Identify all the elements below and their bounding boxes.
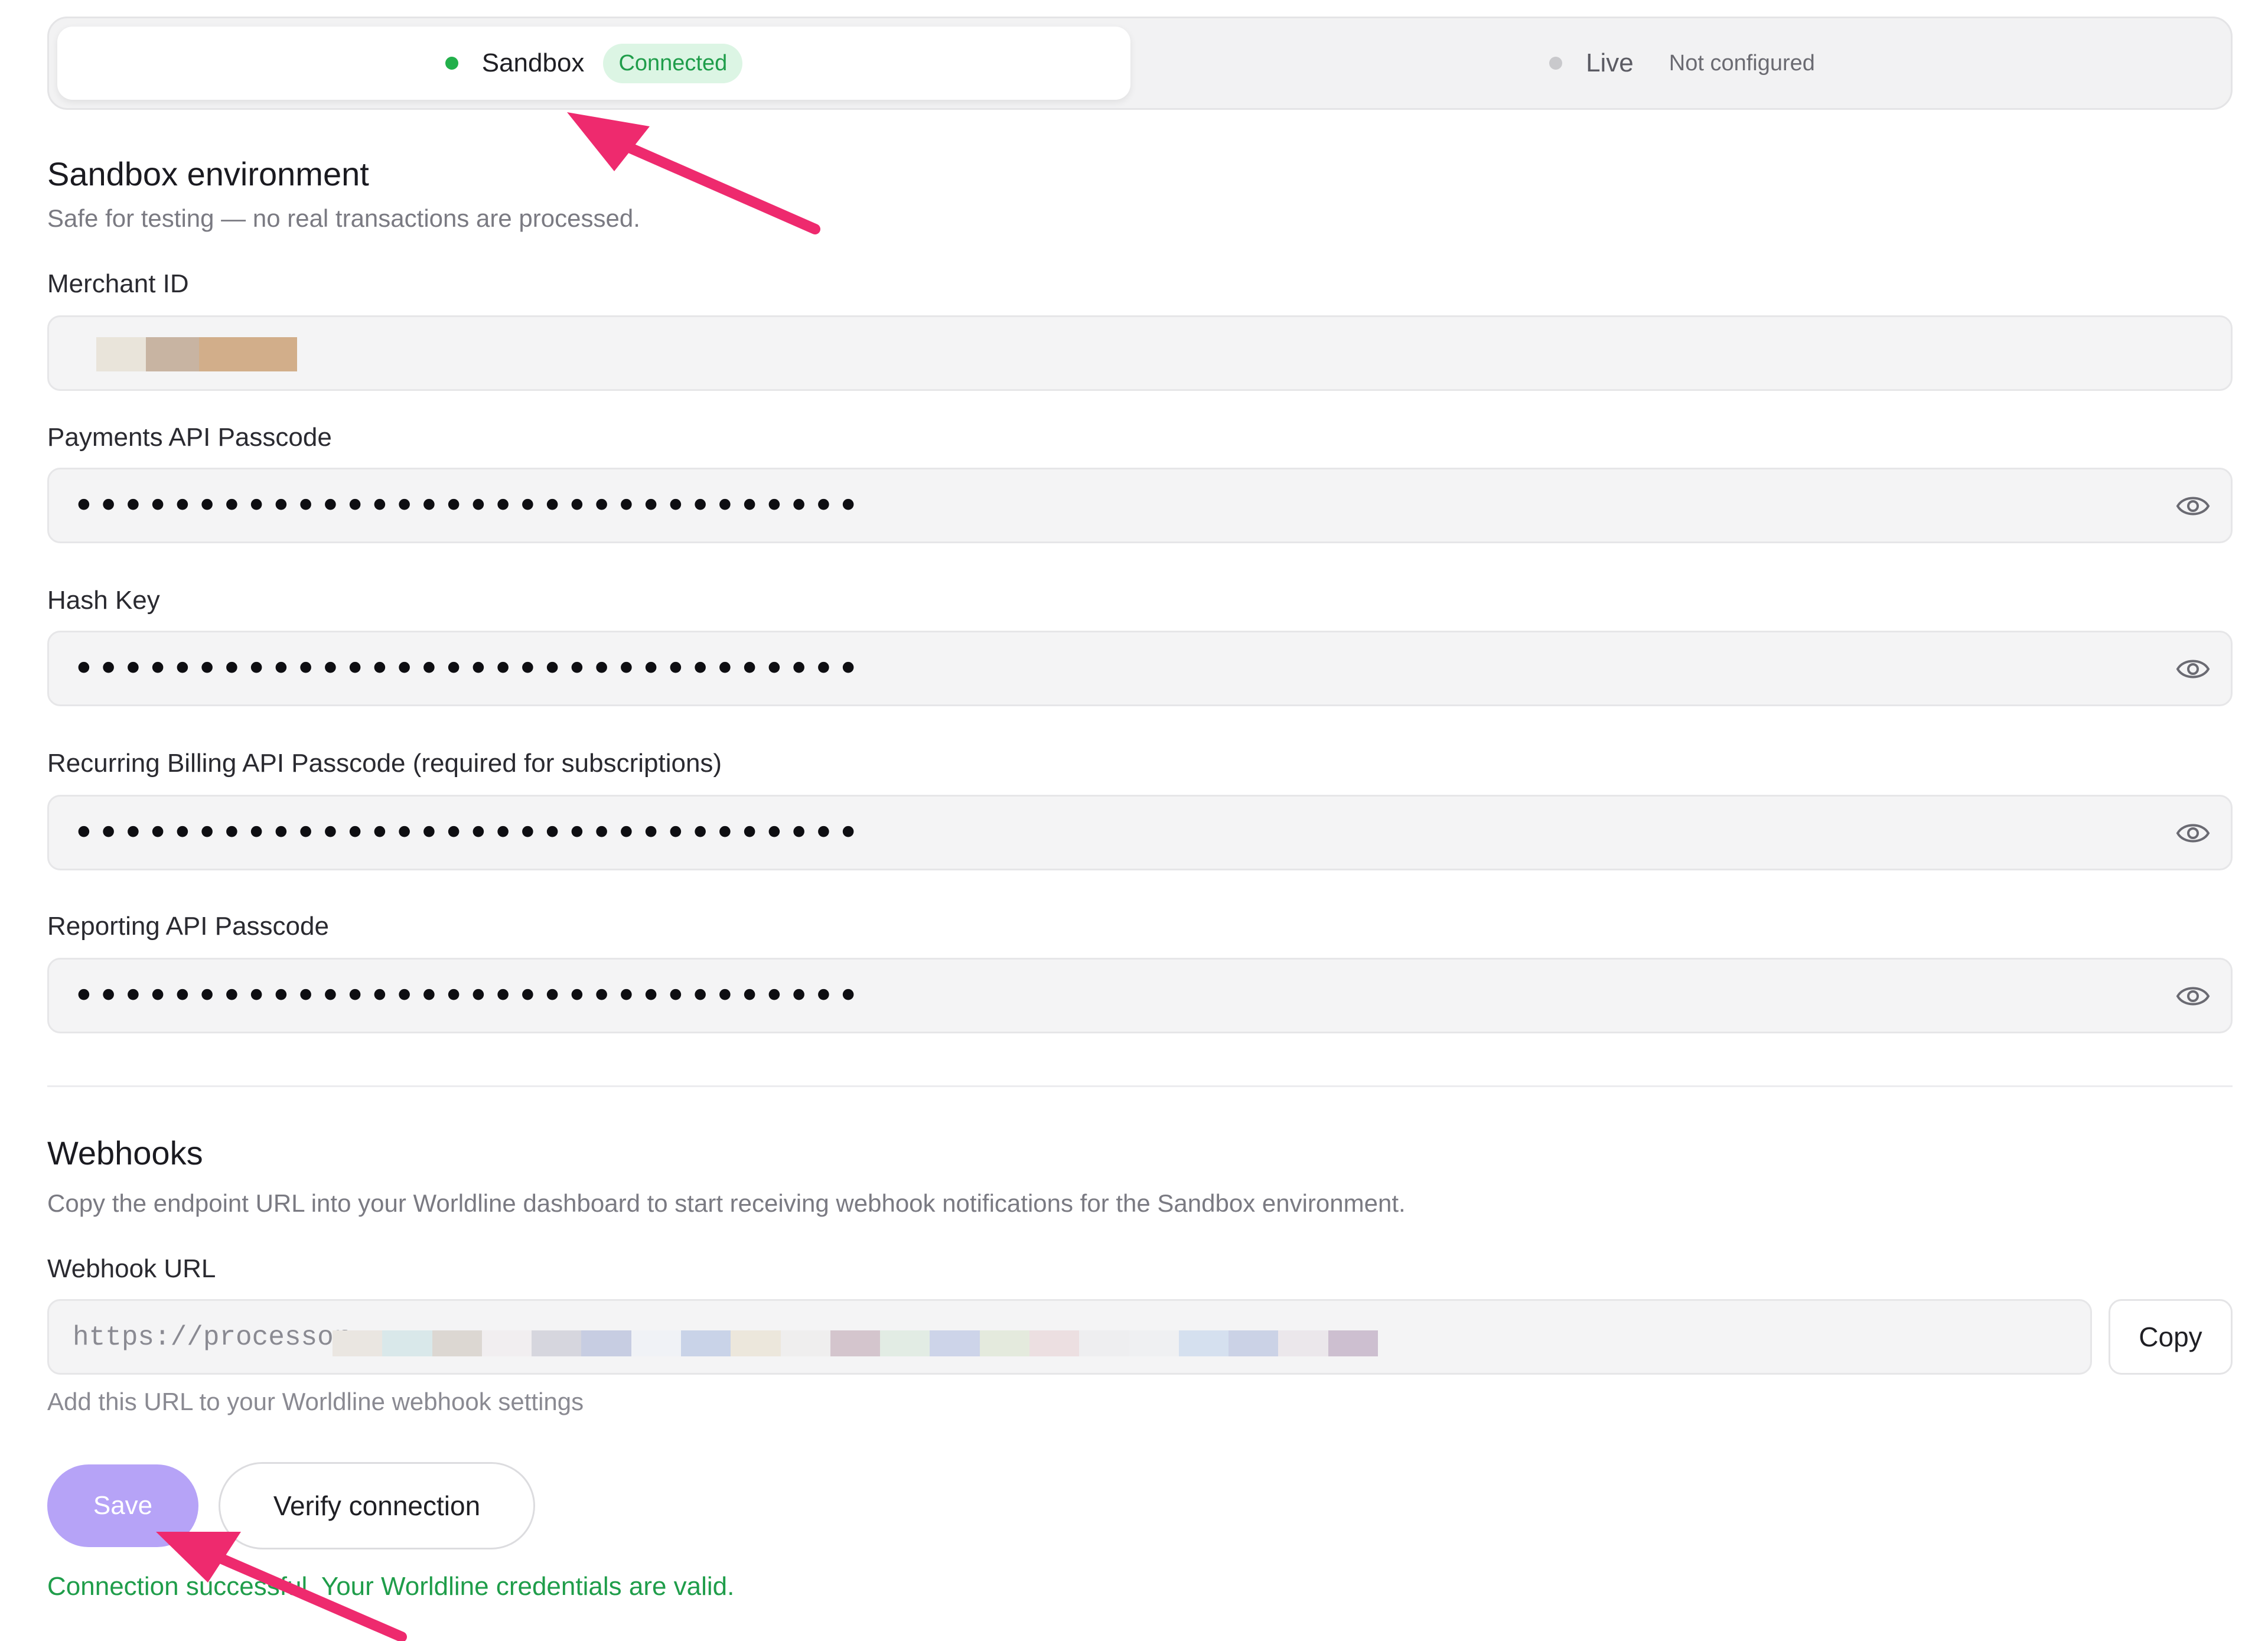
reporting-passcode-input[interactable]: •••••••••••••••••••••••••••••••• [47, 958, 2233, 1033]
webhook-url-hint: Add this URL to your Worldline webhook s… [47, 1388, 584, 1415]
section-divider [47, 1085, 2233, 1087]
recurring-passcode-input[interactable]: •••••••••••••••••••••••••••••••• [47, 795, 2233, 870]
sandbox-environment-title: Sandbox environment [47, 155, 369, 193]
show-password-eye-icon[interactable] [2175, 491, 2211, 521]
sandbox-tab-label: Sandbox [481, 48, 585, 77]
webhook-url-label: Webhook URL [47, 1254, 216, 1283]
webhooks-description: Copy the endpoint URL into your Worldlin… [47, 1189, 1406, 1217]
live-status-dot [1549, 57, 1563, 70]
reporting-passcode-label: Reporting API Passcode [47, 912, 329, 941]
webhooks-title: Webhooks [47, 1134, 203, 1172]
payments-passcode-masked-value: •••••••••••••••••••••••••••••••• [73, 484, 862, 528]
payments-passcode-input[interactable]: •••••••••••••••••••••••••••••••• [47, 468, 2233, 543]
live-tab-label: Live [1586, 48, 1634, 77]
hash-key-masked-value: •••••••••••••••••••••••••••••••• [73, 647, 862, 691]
not-configured-status: Not configured [1669, 50, 1815, 76]
save-button[interactable]: Save [47, 1464, 198, 1547]
connection-status-message: Connection successful. Your Worldline cr… [47, 1572, 735, 1601]
webhook-url-value: https://processor- [73, 1322, 366, 1353]
webhook-url-redacted [333, 1330, 1378, 1356]
recurring-passcode-label: Recurring Billing API Passcode (required… [47, 749, 722, 778]
show-password-eye-icon[interactable] [2175, 981, 2211, 1012]
recurring-passcode-masked-value: •••••••••••••••••••••••••••••••• [73, 811, 862, 855]
connected-badge: Connected [603, 43, 743, 83]
copy-url-button[interactable]: Copy [2109, 1299, 2233, 1375]
environment-toggle: Sandbox Connected Live Not configured [47, 17, 2233, 110]
payments-passcode-label: Payments API Passcode [47, 423, 332, 452]
verify-connection-button[interactable]: Verify connection [219, 1462, 535, 1549]
sandbox-environment-description: Safe for testing — no real transactions … [47, 204, 640, 232]
merchant-id-label: Merchant ID [47, 269, 189, 298]
tab-live[interactable]: Live Not configured [1139, 27, 2225, 100]
show-password-eye-icon[interactable] [2175, 818, 2211, 849]
tab-sandbox[interactable]: Sandbox Connected [57, 27, 1130, 100]
show-password-eye-icon[interactable] [2175, 654, 2211, 684]
merchant-id-input[interactable] [47, 315, 2233, 391]
reporting-passcode-masked-value: •••••••••••••••••••••••••••••••• [73, 974, 862, 1018]
hash-key-label: Hash Key [47, 586, 160, 615]
merchant-id-redacted-value [96, 337, 297, 371]
sandbox-status-dot [445, 57, 458, 70]
webhook-url-input[interactable]: https://processor- [47, 1299, 2092, 1375]
hash-key-input[interactable]: •••••••••••••••••••••••••••••••• [47, 631, 2233, 706]
